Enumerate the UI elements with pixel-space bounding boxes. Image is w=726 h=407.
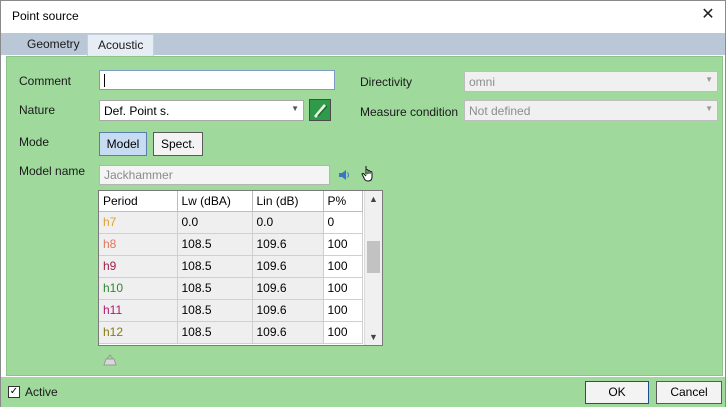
directivity-select[interactable]: omni ▼ <box>464 71 718 92</box>
lw-cell[interactable]: 108.5 <box>177 321 253 344</box>
directivity-value: omni <box>469 75 496 89</box>
lin-cell[interactable]: 109.6 <box>252 233 324 256</box>
table-row[interactable]: h10 108.5 109.6 100 <box>99 277 363 300</box>
header-p[interactable]: P% <box>323 191 363 212</box>
period-cell[interactable]: h10 <box>99 277 178 300</box>
lin-cell[interactable]: 0.0 <box>252 211 324 234</box>
period-table: Period Lw (dBA) Lin (dB) P% h7 0.0 0.0 0 h8 1… <box>99 191 363 344</box>
text-cursor <box>104 74 105 88</box>
nature-value: Def. Point s. <box>104 104 170 118</box>
period-cell[interactable]: h8 <box>99 233 178 256</box>
eraser-icon[interactable] <box>101 353 119 367</box>
lw-cell[interactable]: 0.0 <box>177 211 253 234</box>
model-name-input[interactable]: Jackhammer <box>99 165 330 185</box>
header-period[interactable]: Period <box>99 191 178 212</box>
p-cell[interactable]: 100 <box>323 277 363 300</box>
title-bar: Point source ✕ <box>1 1 725 31</box>
table-row[interactable]: h11 108.5 109.6 100 <box>99 299 363 322</box>
chevron-down-icon: ▼ <box>291 104 299 113</box>
header-lin[interactable]: Lin (dB) <box>252 191 324 212</box>
chevron-down-icon: ▼ <box>705 75 713 84</box>
comment-input[interactable] <box>99 70 335 90</box>
chevron-down-icon: ▼ <box>705 104 713 113</box>
active-label: Active <box>25 385 58 399</box>
hand-cursor-icon <box>361 165 375 183</box>
ok-button[interactable]: OK <box>585 381 649 404</box>
nature-label: Nature <box>19 103 56 117</box>
mode-label: Mode <box>19 135 50 149</box>
p-cell[interactable]: 0 <box>323 211 363 234</box>
dialog-title: Point source <box>12 9 79 23</box>
p-cell[interactable]: 100 <box>323 321 363 344</box>
tab-acoustic[interactable]: Acoustic <box>87 34 155 56</box>
scroll-down-icon[interactable]: ▼ <box>365 329 382 345</box>
measure-condition-select[interactable]: Not defined ▼ <box>464 100 718 121</box>
header-lw[interactable]: Lw (dBA) <box>177 191 253 212</box>
directivity-label: Directivity <box>360 75 413 89</box>
period-cell[interactable]: h12 <box>99 321 178 344</box>
lw-cell[interactable]: 108.5 <box>177 299 253 322</box>
comment-label: Comment <box>19 74 72 88</box>
p-cell[interactable]: 100 <box>323 233 363 256</box>
scroll-up-icon[interactable]: ▲ <box>365 191 382 207</box>
p-cell[interactable]: 100 <box>323 299 363 322</box>
lin-cell[interactable]: 109.6 <box>252 321 324 344</box>
lw-cell[interactable]: 108.5 <box>177 255 253 278</box>
period-cell[interactable]: h9 <box>99 255 178 278</box>
close-icon[interactable]: ✕ <box>699 6 717 24</box>
speaker-icon[interactable] <box>337 168 351 182</box>
period-cell[interactable]: h11 <box>99 299 178 322</box>
period-cell[interactable]: h7 <box>99 211 178 234</box>
measure-condition-value: Not defined <box>469 104 531 118</box>
active-checkbox[interactable]: ✓ <box>8 386 20 398</box>
table-row[interactable]: h7 0.0 0.0 0 <box>99 211 363 234</box>
table-row[interactable]: h12 108.5 109.6 100 <box>99 321 363 344</box>
grid-header-row: Period Lw (dBA) Lin (dB) P% <box>99 191 363 212</box>
scroll-thumb[interactable] <box>367 241 380 273</box>
measure-condition-label: Measure condition <box>360 105 459 119</box>
table-row[interactable]: h9 108.5 109.6 100 <box>99 255 363 278</box>
tab-geometry[interactable]: Geometry <box>17 34 90 55</box>
lin-cell[interactable]: 109.6 <box>252 299 324 322</box>
lw-cell[interactable]: 108.5 <box>177 233 253 256</box>
lin-cell[interactable]: 109.6 <box>252 277 324 300</box>
tab-strip: Geometry Acoustic <box>1 33 725 56</box>
mode-model-button[interactable]: Model <box>99 132 147 156</box>
nature-select[interactable]: Def. Point s. ▼ <box>99 100 304 121</box>
table-row[interactable]: h8 108.5 109.6 100 <box>99 233 363 256</box>
lin-cell[interactable]: 109.6 <box>252 255 324 278</box>
p-cell[interactable]: 100 <box>323 255 363 278</box>
model-name-label: Model name <box>19 164 86 178</box>
period-grid[interactable]: Period Lw (dBA) Lin (dB) P% h7 0.0 0.0 0 h8 1… <box>98 190 383 346</box>
lw-cell[interactable]: 108.5 <box>177 277 253 300</box>
mode-spect-button[interactable]: Spect. <box>153 132 203 156</box>
cancel-button[interactable]: Cancel <box>656 381 722 404</box>
grid-scrollbar[interactable]: ▲ ▼ <box>364 191 382 345</box>
green-pen-icon <box>310 100 330 120</box>
point-source-dialog: Point source ✕ Geometry Acoustic Comment… <box>0 0 726 407</box>
nature-edit-button[interactable] <box>309 99 331 121</box>
